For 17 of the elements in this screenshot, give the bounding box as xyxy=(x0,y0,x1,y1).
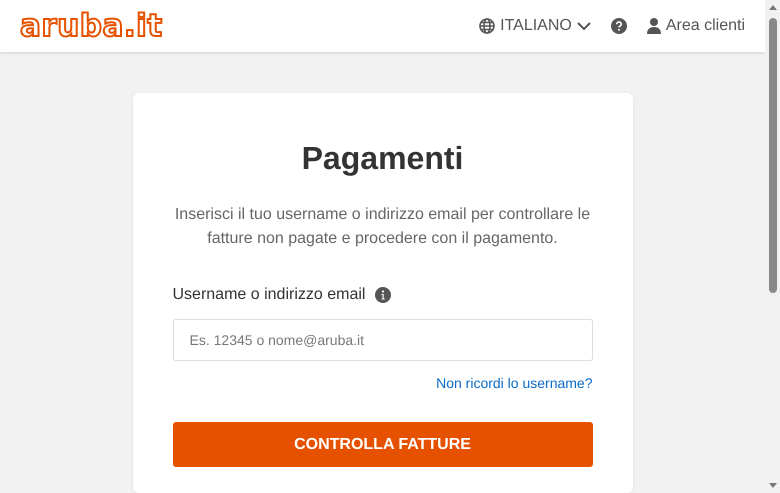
help-icon[interactable] xyxy=(610,18,627,34)
scroll-up-icon[interactable] xyxy=(768,5,776,10)
language-selector[interactable]: ITALIANO xyxy=(479,14,591,38)
account-link[interactable]: Area clienti xyxy=(646,14,745,38)
forgot-username-link[interactable]: Non ricordi lo username? xyxy=(436,373,592,394)
globe-icon xyxy=(479,18,496,34)
username-input[interactable]: Es. 12345 o nome@aruba.it xyxy=(172,319,592,361)
scroll-down-icon[interactable] xyxy=(768,483,776,488)
page-title: Pagamenti xyxy=(300,139,464,178)
info-icon[interactable] xyxy=(375,287,392,303)
scrollbar-thumb[interactable] xyxy=(768,18,776,293)
logo[interactable]: aruba.it xyxy=(20,10,163,42)
check-invoices-button[interactable]: CONTROLLA FATTURE xyxy=(172,422,592,467)
chevron-down-icon xyxy=(576,22,591,30)
description: Inserisci il tuo username o indirizzo email per controllare le fatture non pagate e procedere con il pagamento. xyxy=(174,205,592,249)
user-icon xyxy=(646,18,661,34)
field-label: Username o indirizzo email xyxy=(172,285,366,305)
